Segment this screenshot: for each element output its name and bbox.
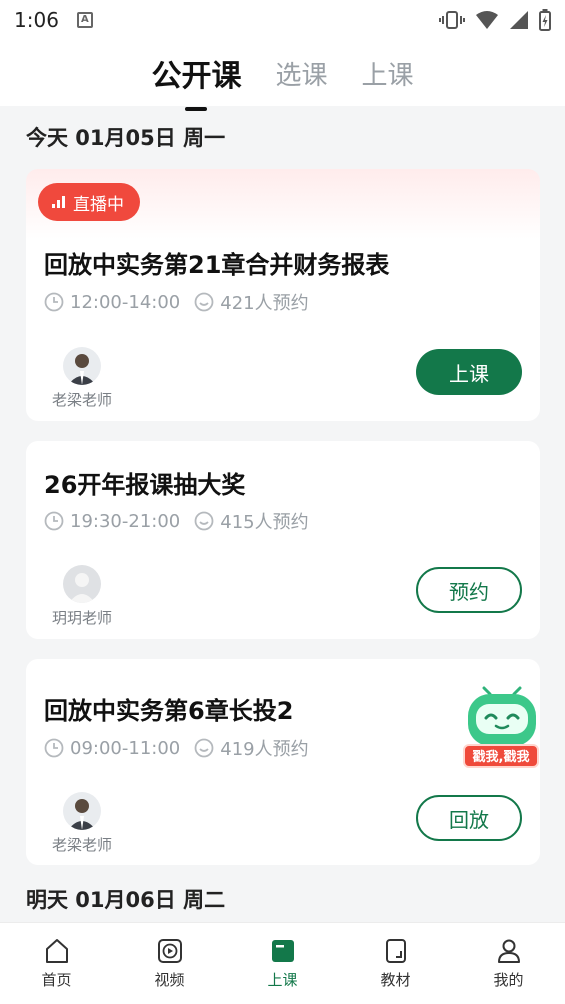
teacher-info[interactable]: 玥玥老师 <box>46 565 118 628</box>
course-list[interactable]: 今天 01月05日 周一 直播中 回放中实务第21章合并财务报表 12:00-1… <box>0 106 565 922</box>
nav-class[interactable]: 上课 <box>226 923 339 1004</box>
clock-icon <box>44 511 64 531</box>
teacher-avatar <box>63 347 101 385</box>
notification-a-icon: A <box>76 12 93 28</box>
home-icon <box>45 939 68 963</box>
course-time: 19:30-21:00 <box>70 510 181 532</box>
teacher-info[interactable]: 老梁老师 <box>46 347 118 410</box>
nav-textbook-label: 教材 <box>380 971 411 989</box>
teacher-name: 老梁老师 <box>51 391 112 409</box>
course-card[interactable]: 直播中 回放中实务第21章合并财务报表 12:00-14:00 421人预约 老… <box>26 169 540 421</box>
smile-icon <box>194 738 214 758</box>
teacher-name: 老梁老师 <box>51 836 112 854</box>
clock-icon <box>44 292 64 312</box>
course-meta: 12:00-14:00 421人预约 <box>44 289 309 315</box>
nav-video[interactable]: 视频 <box>113 923 226 1004</box>
live-badge-label: 直播中 <box>73 194 124 215</box>
video-icon <box>157 939 182 963</box>
vibrate-icon <box>439 11 465 29</box>
nav-textbook[interactable]: 教材 <box>339 923 452 1004</box>
tab-public-class[interactable]: 公开课 <box>151 51 241 95</box>
live-badge: 直播中 <box>38 183 140 221</box>
course-title: 26开年报课抽大奖 <box>44 471 246 499</box>
floating-mascot-button[interactable]: 戳我,戳我 <box>462 686 542 774</box>
live-signal-icon <box>52 196 65 208</box>
smile-icon <box>194 511 214 531</box>
bottom-nav: 首页 视频 上课 教材 我的 <box>0 922 565 1004</box>
nav-home[interactable]: 首页 <box>0 923 113 1004</box>
wifi-icon <box>476 11 498 29</box>
battery-icon <box>539 9 551 31</box>
course-card[interactable]: 26开年报课抽大奖 19:30-21:00 415人预约 玥玥老师 预约 <box>26 441 540 639</box>
course-title: 回放中实务第6章长投2 <box>44 697 294 725</box>
mascot-label: 戳我,戳我 <box>463 744 539 768</box>
reserve-button[interactable]: 预约 <box>416 567 522 613</box>
status-bar: 1:06 A <box>0 0 565 40</box>
course-meta: 09:00-11:00 419人预约 <box>44 735 309 761</box>
top-tab-bar: 公开课 选课 上课 <box>0 40 565 106</box>
replay-button[interactable]: 回放 <box>416 795 522 841</box>
status-time: 1:06 <box>14 8 59 32</box>
class-icon <box>271 940 294 962</box>
signal-icon <box>510 11 528 29</box>
course-time: 09:00-11:00 <box>70 737 181 759</box>
nav-profile-label: 我的 <box>493 971 524 989</box>
smile-icon <box>194 292 214 312</box>
attend-class-button[interactable]: 上课 <box>416 349 522 395</box>
teacher-avatar-placeholder <box>63 565 101 603</box>
course-reservations: 415人预约 <box>220 512 309 533</box>
date-header-today: 今天 01月05日 周一 <box>26 126 226 150</box>
profile-icon <box>497 939 520 963</box>
teacher-name: 玥玥老师 <box>51 609 112 627</box>
clock-icon <box>44 738 64 758</box>
tab-select-course[interactable]: 选课 <box>275 55 327 92</box>
book-icon <box>385 939 406 963</box>
course-title: 回放中实务第21章合并财务报表 <box>44 251 390 279</box>
date-header-tomorrow: 明天 01月06日 周二 <box>26 888 226 912</box>
teacher-avatar <box>63 792 101 830</box>
course-meta: 19:30-21:00 415人预约 <box>44 508 309 534</box>
course-time: 12:00-14:00 <box>70 291 181 313</box>
course-reservations: 421人预约 <box>220 293 309 314</box>
nav-video-label: 视频 <box>154 971 185 989</box>
nav-home-label: 首页 <box>41 971 72 989</box>
nav-profile[interactable]: 我的 <box>452 923 565 1004</box>
robot-mascot-icon <box>468 686 536 746</box>
course-reservations: 419人预约 <box>220 739 309 760</box>
teacher-info[interactable]: 老梁老师 <box>46 792 118 855</box>
nav-class-label: 上课 <box>267 971 298 989</box>
tab-attend-class[interactable]: 上课 <box>362 55 414 92</box>
